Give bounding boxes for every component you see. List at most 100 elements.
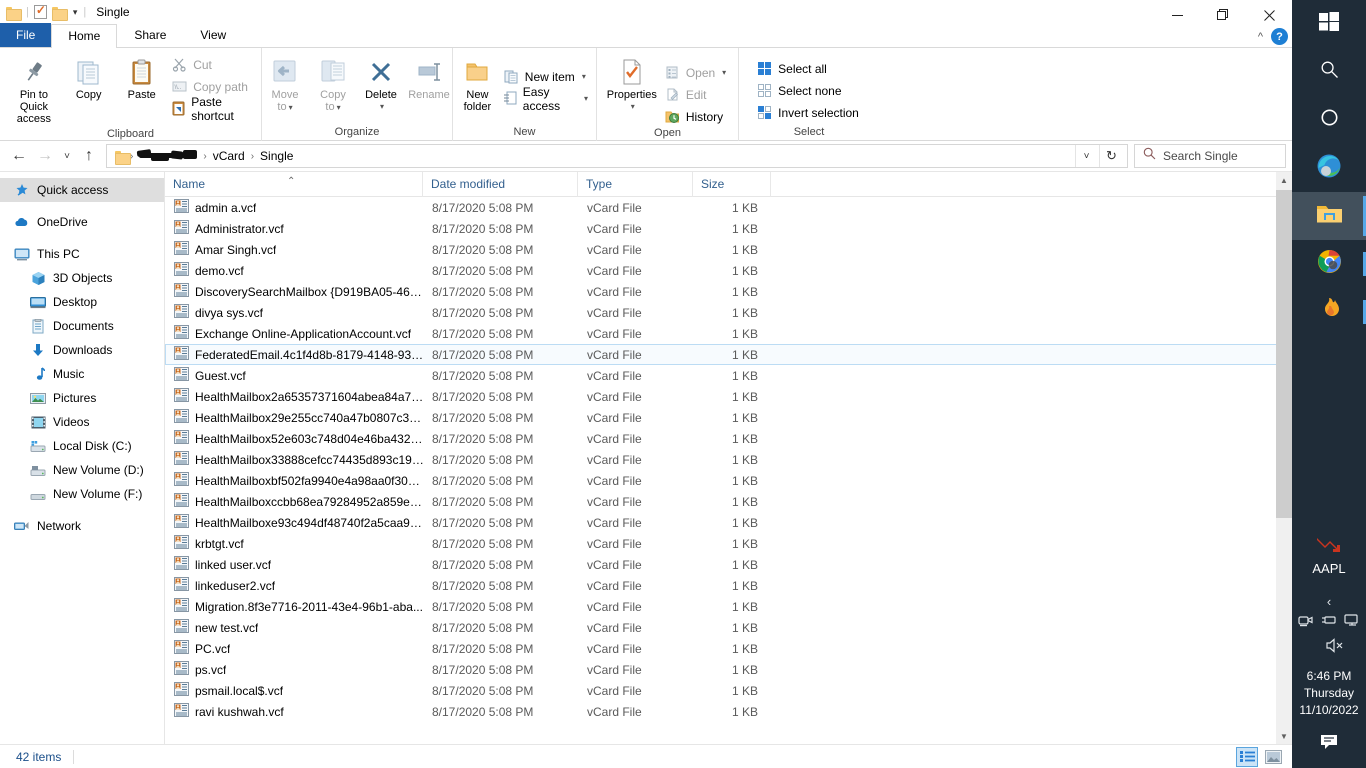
- table-row[interactable]: HealthMailbox2a65357371604abea84a715... 8…: [165, 386, 1292, 407]
- tab-home[interactable]: Home: [51, 24, 118, 48]
- table-row[interactable]: demo.vcf 8/17/2020 5:08 PM vCard File 1 KB: [165, 260, 1292, 281]
- table-row[interactable]: psmail.local$.vcf 8/17/2020 5:08 PM vCard …: [165, 680, 1292, 701]
- paste-shortcut-button[interactable]: Paste shortcut: [168, 95, 263, 123]
- breadcrumb-item-vcard[interactable]: vCard: [207, 149, 251, 163]
- cut-button[interactable]: Cut: [168, 54, 263, 75]
- folder-icon[interactable]: [115, 150, 131, 165]
- up-button[interactable]: ↑: [76, 143, 102, 169]
- properties-icon[interactable]: [33, 3, 47, 19]
- sidebar-item-music[interactable]: Music: [0, 362, 164, 386]
- table-row[interactable]: HealthMailboxe93c494df48740f2a5caa94... 8…: [165, 512, 1292, 533]
- folder-icon[interactable]: [6, 6, 22, 21]
- sidebar-item-new-volume-d[interactable]: New Volume (D:): [0, 458, 164, 482]
- display-icon[interactable]: [1344, 613, 1360, 632]
- sidebar-item-3d-objects[interactable]: 3D Objects: [0, 266, 164, 290]
- table-row[interactable]: krbtgt.vcf 8/17/2020 5:08 PM vCard File 1 K…: [165, 533, 1292, 554]
- chevron-down-icon[interactable]: ▾: [72, 7, 79, 18]
- volume-button[interactable]: [1292, 638, 1366, 668]
- scrollbar-thumb[interactable]: [1276, 190, 1292, 518]
- scroll-down-button[interactable]: ▼: [1276, 728, 1292, 744]
- table-row[interactable]: HealthMailbox52e603c748d04e46ba432e... 8/…: [165, 428, 1292, 449]
- forward-button[interactable]: →: [32, 143, 58, 169]
- usb-device-icon[interactable]: [1321, 613, 1337, 632]
- sidebar-item-new-volume-f[interactable]: New Volume (F:): [0, 482, 164, 506]
- tab-share[interactable]: Share: [117, 23, 183, 47]
- tab-view[interactable]: View: [183, 23, 243, 47]
- recent-locations-button[interactable]: ˅: [58, 143, 76, 169]
- clock[interactable]: 6:46 PM Thursday 11/10/2022: [1299, 668, 1358, 733]
- copy-to-button[interactable]: Copy to ▾: [309, 52, 357, 117]
- table-row[interactable]: linked user.vcf 8/17/2020 5:08 PM vCard Fi…: [165, 554, 1292, 575]
- sidebar-item-network[interactable]: Network: [0, 514, 164, 538]
- column-header-date-modified[interactable]: Date modified: [423, 171, 578, 197]
- address-dropdown-button[interactable]: ˅: [1075, 145, 1097, 167]
- table-row[interactable]: linkeduser2.vcf 8/17/2020 5:08 PM vCard Fi…: [165, 575, 1292, 596]
- table-row[interactable]: Amar Singh.vcf 8/17/2020 5:08 PM vCard Fil…: [165, 239, 1292, 260]
- chrome-button[interactable]: [1292, 240, 1366, 288]
- table-row[interactable]: admin a.vcf 8/17/2020 5:08 PM vCard File 1 …: [165, 197, 1292, 218]
- sidebar-item-onedrive[interactable]: OneDrive: [0, 210, 164, 234]
- paste-button[interactable]: Paste: [115, 52, 168, 104]
- table-row[interactable]: divya sys.vcf 8/17/2020 5:08 PM vCard File…: [165, 302, 1292, 323]
- select-none-button[interactable]: Select none: [753, 80, 865, 101]
- delete-button[interactable]: Delete ▾: [357, 52, 405, 116]
- open-button[interactable]: Open ▾: [661, 62, 732, 83]
- table-row[interactable]: HealthMailbox33888cefcc74435d893c19d... 8…: [165, 449, 1292, 470]
- search-button[interactable]: [1292, 48, 1366, 96]
- cortana-button[interactable]: [1292, 96, 1366, 144]
- large-icons-view-button[interactable]: [1262, 747, 1284, 767]
- sidebar-item-pictures[interactable]: Pictures: [0, 386, 164, 410]
- table-row[interactable]: HealthMailboxccbb68ea79284952a859ee... 8/…: [165, 491, 1292, 512]
- table-row[interactable]: Administrator.vcf 8/17/2020 5:08 PM vCard …: [165, 218, 1292, 239]
- search-input[interactable]: Search Single: [1134, 144, 1286, 168]
- new-folder-icon[interactable]: [51, 6, 68, 21]
- sidebar-item-videos[interactable]: Videos: [0, 410, 164, 434]
- table-row[interactable]: new test.vcf 8/17/2020 5:08 PM vCard File 1…: [165, 617, 1292, 638]
- easy-access-button[interactable]: Easy access ▾: [500, 85, 594, 113]
- show-hidden-icons-button[interactable]: ‹: [1327, 586, 1331, 613]
- table-row[interactable]: DiscoverySearchMailbox {D919BA05-46A... 8…: [165, 281, 1292, 302]
- refresh-button[interactable]: ↻: [1099, 145, 1123, 167]
- table-row[interactable]: Exchange Online-ApplicationAccount.vcf 8/…: [165, 323, 1292, 344]
- sidebar-item-desktop[interactable]: Desktop: [0, 290, 164, 314]
- column-header-name[interactable]: Name ⌃: [165, 171, 423, 197]
- move-to-button[interactable]: Move to ▾: [261, 52, 309, 117]
- history-button[interactable]: History: [661, 106, 732, 127]
- sidebar-item-local-disk-c[interactable]: Local Disk (C:): [0, 434, 164, 458]
- table-row[interactable]: Guest.vcf 8/17/2020 5:08 PM vCard File 1 KB: [165, 365, 1292, 386]
- sidebar-item-this-pc[interactable]: This PC: [0, 242, 164, 266]
- copy-button[interactable]: Copy: [62, 52, 115, 104]
- help-button[interactable]: ?: [1271, 28, 1288, 45]
- breadcrumb-item-redacted[interactable]: [136, 149, 199, 163]
- table-row[interactable]: ravi kushwah.vcf 8/17/2020 5:08 PM vCard F…: [165, 701, 1292, 722]
- column-header-type[interactable]: Type: [578, 171, 693, 197]
- scrollbar-track[interactable]: [1276, 188, 1292, 728]
- vertical-scrollbar[interactable]: ▲ ▼: [1276, 172, 1292, 744]
- camera-icon[interactable]: [1298, 613, 1314, 632]
- table-row[interactable]: HealthMailbox29e255cc740a47b0807c3e... 8/…: [165, 407, 1292, 428]
- edit-button[interactable]: Edit: [661, 84, 732, 105]
- back-button[interactable]: ←: [6, 143, 32, 169]
- details-view-button[interactable]: [1236, 746, 1258, 767]
- file-explorer-button[interactable]: [1292, 192, 1366, 240]
- new-folder-button[interactable]: New folder: [455, 52, 500, 116]
- edge-button[interactable]: [1292, 144, 1366, 192]
- breadcrumb[interactable]: › › vCard › Single ˅ ↻: [106, 144, 1128, 168]
- sidebar-item-documents[interactable]: Documents: [0, 314, 164, 338]
- invert-selection-button[interactable]: Invert selection: [753, 102, 865, 123]
- properties-button[interactable]: Properties ▾: [603, 52, 661, 116]
- select-all-button[interactable]: Select all: [753, 58, 865, 79]
- tab-file[interactable]: File: [0, 23, 52, 47]
- chevron-up-icon[interactable]: ^: [1258, 31, 1263, 43]
- breadcrumb-item-single[interactable]: Single: [254, 149, 299, 163]
- action-center-button[interactable]: [1319, 733, 1339, 768]
- start-button[interactable]: [1292, 0, 1366, 48]
- table-row[interactable]: PC.vcf 8/17/2020 5:08 PM vCard File 1 KB: [165, 638, 1292, 659]
- sidebar-item-quick-access[interactable]: Quick access: [0, 178, 164, 202]
- table-row[interactable]: HealthMailboxbf502fa9940e4a98aa0f3088...…: [165, 470, 1292, 491]
- stock-widget[interactable]: AAPL: [1312, 536, 1346, 586]
- table-row[interactable]: ps.vcf 8/17/2020 5:08 PM vCard File 1 KB: [165, 659, 1292, 680]
- column-header-size[interactable]: Size: [693, 171, 771, 197]
- pin-to-quick-access-button[interactable]: Pin to Quick access: [0, 52, 62, 128]
- table-row[interactable]: Migration.8f3e7716-2011-43e4-96b1-aba...…: [165, 596, 1292, 617]
